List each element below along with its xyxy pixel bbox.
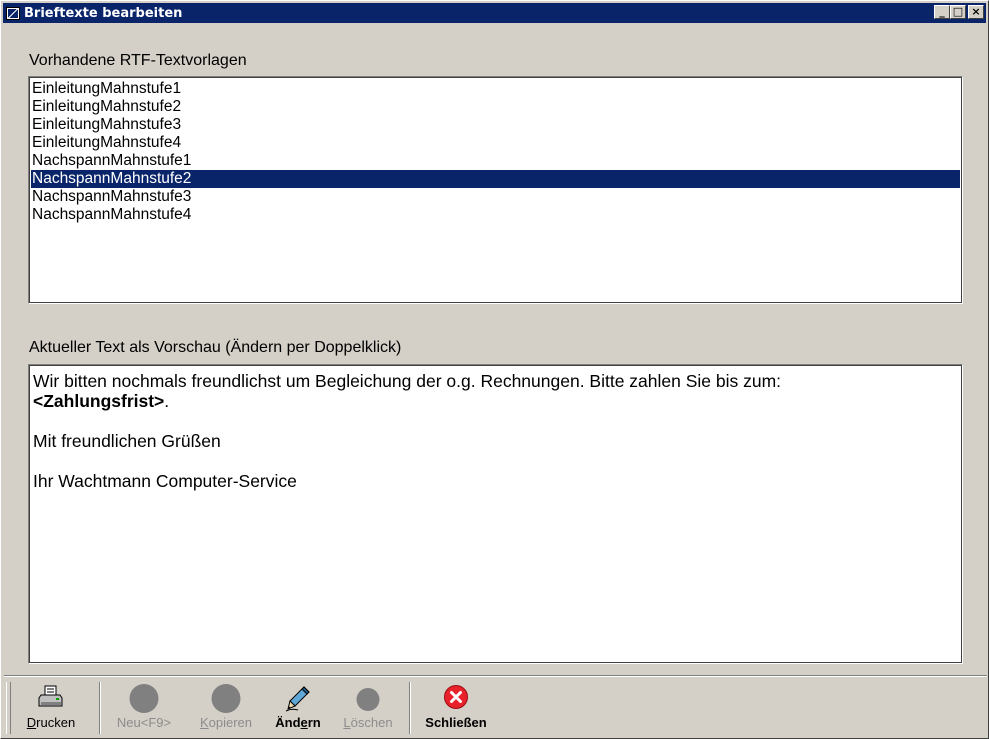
pen-icon — [285, 686, 310, 712]
preview-label: Aktueller Text als Vorschau (Ändern per … — [29, 339, 402, 356]
payment-deadline-placeholder: <Zahlungsfrist> — [33, 391, 165, 411]
close-icon — [444, 685, 468, 709]
list-item[interactable]: EinleitungMahnstufe1 — [31, 80, 960, 98]
toolbar: Drucken Neu<F9> Kopieren Ändern Löschen — [4, 675, 987, 738]
templates-label: Vorhandene RTF-Textvorlagen — [29, 52, 247, 69]
delete-label: Löschen — [343, 715, 393, 730]
window-title: Brieftexte bearbeiten — [24, 5, 183, 21]
preview-textbox[interactable]: Wir bitten nochmals freundlichst um Begl… — [28, 364, 963, 664]
close-label: Schließen — [425, 715, 487, 730]
print-button[interactable]: Drucken — [9, 682, 93, 734]
printer-icon — [38, 685, 63, 707]
new-label: Neu<F9> — [116, 715, 172, 730]
toolbar-separator — [409, 682, 411, 734]
copy-icon — [211, 684, 241, 713]
close-button[interactable]: Schließen — [414, 682, 498, 734]
preview-line-1: Wir bitten nochmals freundlichst um Begl… — [33, 371, 782, 411]
list-item[interactable]: EinleitungMahnstufe2 — [31, 98, 960, 116]
close-window-button[interactable]: × — [968, 5, 984, 19]
main-window: Brieftexte bearbeiten _ □ × Vorhandene R… — [0, 0, 989, 739]
delete-icon — [356, 688, 380, 711]
new-button[interactable]: Neu<F9> — [103, 682, 185, 734]
list-item[interactable]: NachspannMahnstufe3 — [31, 188, 960, 206]
list-item[interactable]: EinleitungMahnstufe4 — [31, 134, 960, 152]
app-icon — [6, 6, 20, 20]
edit-button[interactable]: Ändern — [265, 682, 331, 734]
copy-label: Kopieren — [199, 715, 253, 730]
list-item[interactable]: EinleitungMahnstufe3 — [31, 116, 960, 134]
print-label: Drucken — [26, 715, 76, 730]
templates-listbox[interactable]: EinleitungMahnstufe1 EinleitungMahnstufe2… — [28, 76, 963, 304]
maximize-button[interactable]: □ — [950, 5, 966, 19]
edit-label: Ändern — [275, 715, 321, 730]
toolbar-separator — [99, 682, 101, 734]
delete-button[interactable]: Löschen — [331, 682, 405, 734]
minimize-button[interactable]: _ — [934, 5, 950, 19]
list-item[interactable]: NachspannMahnstufe4 — [31, 206, 960, 224]
new-icon — [129, 684, 159, 713]
title-bar[interactable]: Brieftexte bearbeiten _ □ × — [3, 3, 986, 23]
list-item[interactable]: NachspannMahnstufe1 — [31, 152, 960, 170]
window-controls: _ □ × — [934, 5, 984, 19]
copy-button[interactable]: Kopieren — [187, 682, 265, 734]
list-item[interactable]: NachspannMahnstufe2 — [31, 170, 960, 188]
preview-signature: Ihr Wachtmann Computer-Service — [33, 471, 297, 491]
preview-greeting: Mit freundlichen Grüßen — [33, 431, 221, 451]
